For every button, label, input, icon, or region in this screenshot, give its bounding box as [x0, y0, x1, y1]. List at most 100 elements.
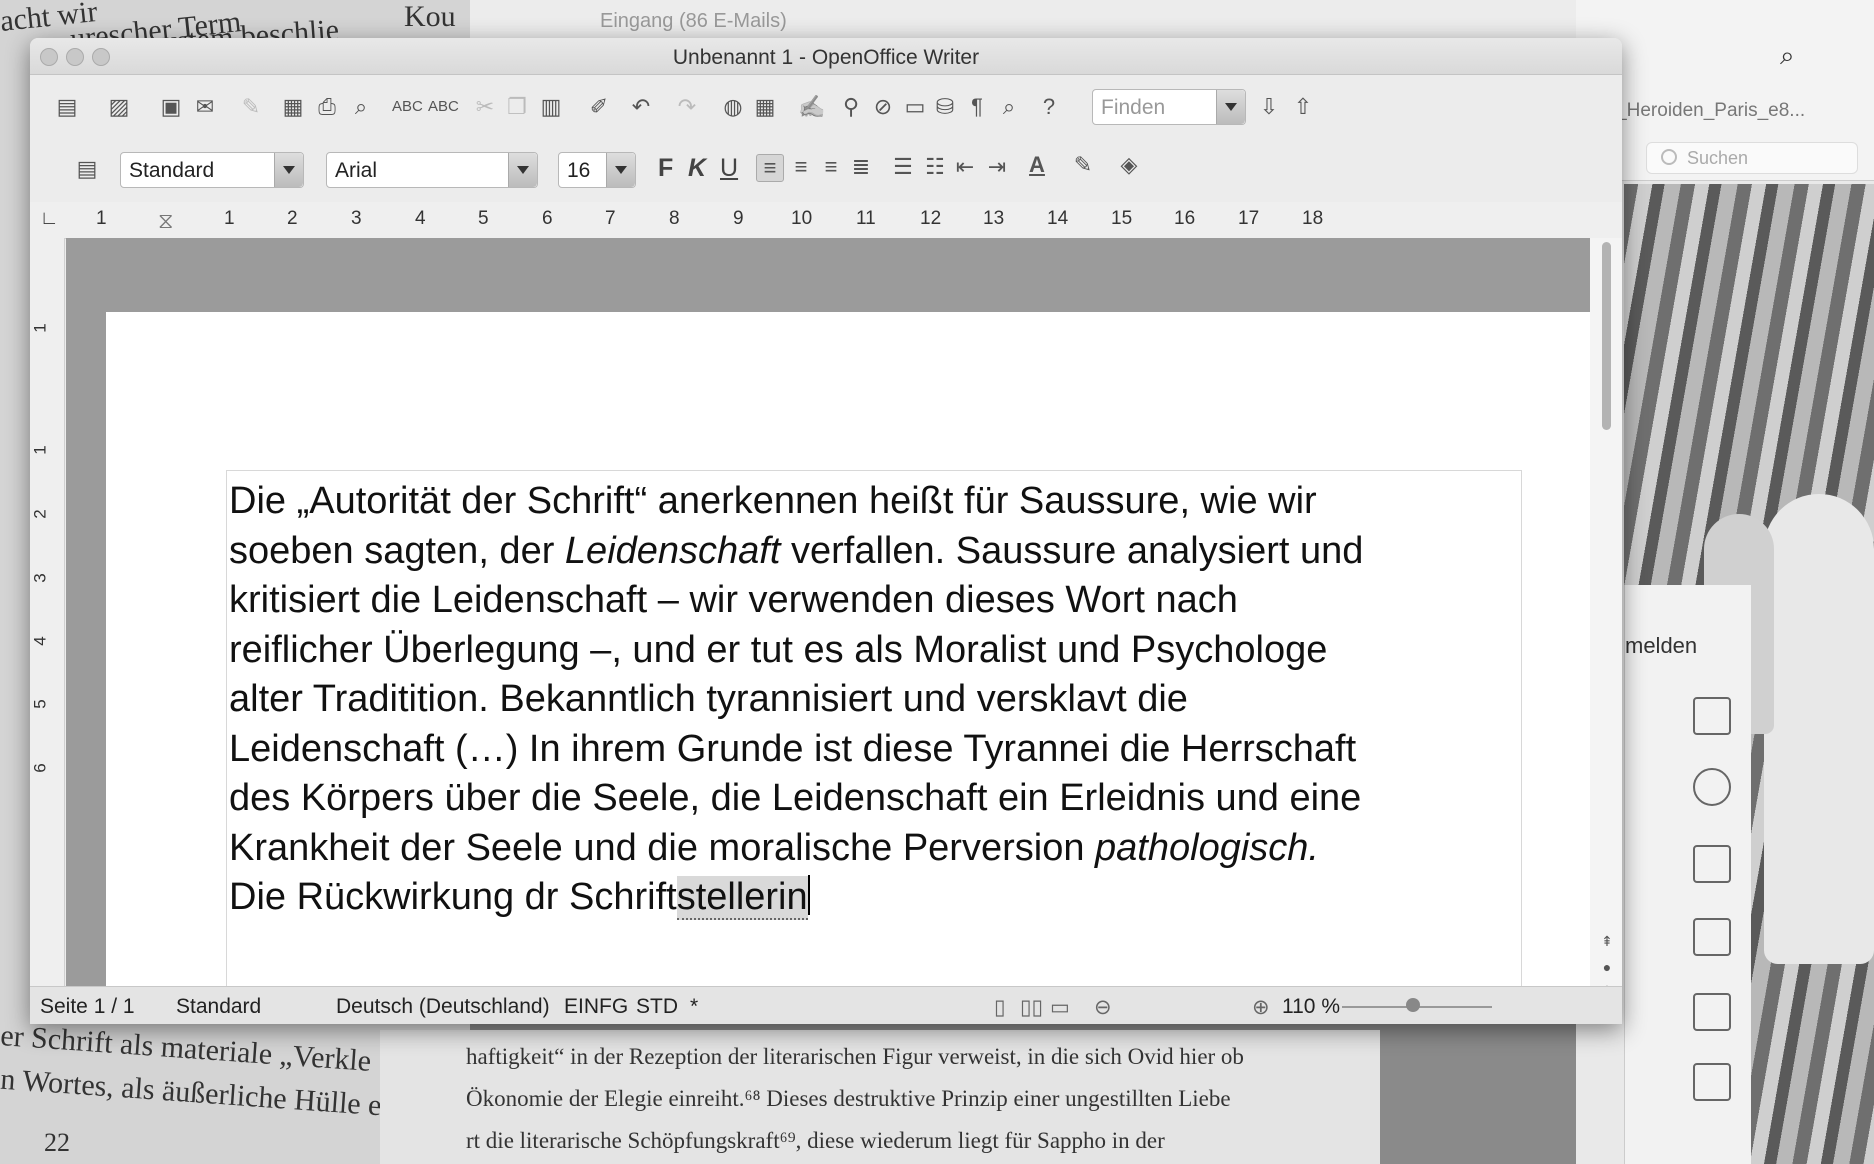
highlight-icon[interactable]: ✎: [1070, 152, 1096, 178]
increase-indent-icon[interactable]: ⇥: [984, 154, 1010, 180]
ruler-number: 4: [415, 208, 426, 229]
page-style[interactable]: Standard: [176, 995, 261, 1019]
find-replace-icon[interactable]: ⚲: [838, 94, 864, 120]
document-paragraph[interactable]: Die „Autorität der Schrift“ anerkennen h…: [229, 477, 1529, 923]
align-left-icon[interactable]: ≡: [756, 154, 784, 182]
search-icon[interactable]: ⌕: [1780, 40, 1795, 72]
align-center-icon[interactable]: ≡: [788, 154, 814, 180]
align-right-icon[interactable]: ≡: [818, 154, 844, 180]
font-size-select[interactable]: 16: [558, 152, 636, 188]
italic-button[interactable]: K: [688, 154, 706, 183]
vertical-scrollbar[interactable]: ⇞ ● ⇟: [1590, 238, 1622, 1000]
ruler-number: 1: [30, 445, 50, 455]
find-input[interactable]: Finden: [1092, 89, 1246, 125]
page-preview-icon[interactable]: ⌕: [348, 94, 374, 120]
comment-icon[interactable]: [1693, 1063, 1731, 1101]
save-icon[interactable]: ▣: [158, 94, 184, 120]
text-line: verfallen. Saussure analysiert und: [780, 529, 1364, 572]
formatting-toolbar: ▤ Standard Arial 16 F K U ≡ ≡ ≡ ≣ ☰ ☷ ⇤ …: [30, 140, 1622, 202]
zoom-out-icon[interactable]: ⊖: [1094, 995, 1112, 1020]
horizontal-ruler[interactable]: ∟ 1 ⧖ 1 2 3 4 5 6 7 8 9 10 11 12 13 14 1…: [30, 202, 1622, 239]
chevron-down-icon[interactable]: [508, 153, 537, 187]
ruler-number: 3: [351, 208, 362, 229]
find-next-icon[interactable]: ⇩: [1256, 94, 1282, 120]
previous-page-icon[interactable]: ⇞: [1594, 928, 1620, 954]
redo-icon[interactable]: ↷: [674, 94, 700, 120]
bold-button[interactable]: F: [658, 154, 673, 183]
single-page-view-icon[interactable]: ▯: [994, 995, 1006, 1020]
styles-formatting-icon[interactable]: ▤: [74, 156, 100, 182]
numbering-icon[interactable]: ☰: [890, 154, 916, 180]
zoom-level[interactable]: 110 %: [1282, 995, 1340, 1019]
document-page[interactable]: Die „Autorität der Schrift“ anerkennen h…: [106, 312, 1622, 1012]
indent-marker-icon[interactable]: ⧖: [158, 208, 173, 234]
insert-mode[interactable]: EINFG: [564, 995, 628, 1019]
copy-icon[interactable]: ❐: [504, 94, 530, 120]
language[interactable]: Deutsch (Deutschland): [336, 995, 550, 1019]
chevron-down-icon[interactable]: [274, 153, 303, 187]
email-icon[interactable]: ✉: [192, 94, 218, 120]
print-icon[interactable]: ⎙: [314, 94, 340, 120]
multi-page-view-icon[interactable]: ▯▯: [1020, 995, 1043, 1020]
autospellcheck-icon[interactable]: ABC: [428, 94, 459, 120]
cut-icon[interactable]: ✂: [472, 94, 498, 120]
ruler-number: 5: [30, 699, 50, 709]
find-previous-icon[interactable]: ⇧: [1290, 94, 1316, 120]
export-pdf-icon[interactable]: ▦: [280, 94, 306, 120]
font-size-value: 16: [567, 159, 591, 182]
vertical-ruler[interactable]: 1 1 2 3 4 5 6: [30, 238, 65, 1000]
add-page-icon[interactable]: [1693, 845, 1731, 883]
pdf-search-input[interactable]: Suchen: [1646, 142, 1858, 174]
font-color-icon[interactable]: A: [1024, 152, 1050, 178]
justify-icon[interactable]: ≣: [848, 154, 874, 180]
text-body[interactable]: Die „Autorität der Schrift“ anerkennen h…: [226, 470, 1522, 992]
add-user-icon[interactable]: [1693, 697, 1731, 735]
decrease-indent-icon[interactable]: ⇤: [952, 154, 978, 180]
page-indicator[interactable]: Seite 1 / 1: [40, 995, 135, 1019]
document-area: Die „Autorität der Schrift“ anerkennen h…: [66, 238, 1622, 1012]
paragraph-style-select[interactable]: Standard: [120, 152, 304, 188]
export-page-icon[interactable]: [1693, 993, 1731, 1031]
help-icon[interactable]: ?: [1036, 94, 1062, 120]
zoom-slider-knob[interactable]: [1406, 998, 1420, 1012]
formatting-marks-icon[interactable]: ¶: [964, 94, 990, 120]
format-paintbrush-icon[interactable]: ✐: [586, 94, 612, 120]
undo-icon[interactable]: ↶: [628, 94, 654, 120]
table-icon[interactable]: ▦: [752, 94, 778, 120]
underline-button[interactable]: U: [720, 154, 738, 183]
text-line: Leidenschaft (…) In ihrem Grunde ist die…: [229, 727, 1357, 770]
chevron-down-icon[interactable]: [606, 153, 635, 187]
mail-window-title: Eingang (86 E-Mails): [600, 10, 787, 32]
gallery-icon[interactable]: ▭: [902, 94, 928, 120]
painting-figure: [1764, 494, 1874, 964]
chevron-down-icon[interactable]: [1216, 90, 1245, 124]
new-document-icon[interactable]: ▤: [54, 94, 80, 120]
vertical-scroll-thumb[interactable]: [1602, 242, 1611, 430]
text-line: des Körpers über die Seele, die Leidensc…: [229, 777, 1362, 819]
bullets-icon[interactable]: ☷: [922, 154, 948, 180]
paragraph-style-value: Standard: [129, 159, 215, 182]
text-line: Die Rückwirkung dr Schrift: [229, 876, 677, 918]
autocomplete-suggestion: stellerin: [676, 876, 808, 920]
layout-icon[interactable]: [1693, 918, 1731, 956]
selection-mode[interactable]: STD: [636, 995, 678, 1019]
font-name-select[interactable]: Arial: [326, 152, 538, 188]
background-color-icon[interactable]: ◈: [1116, 152, 1142, 178]
text-line: kritisiert die Leidenschaft – wir verwen…: [229, 579, 1238, 621]
data-sources-icon[interactable]: ⛁: [932, 94, 958, 120]
ruler-number: 4: [30, 636, 50, 646]
zoom-in-icon[interactable]: ⊕: [1252, 995, 1270, 1020]
tab-stop-icon[interactable]: ∟: [40, 208, 59, 230]
navigation-icon[interactable]: ●: [1594, 954, 1620, 980]
zoom-in-icon[interactable]: [1693, 768, 1731, 806]
open-icon[interactable]: ▨: [106, 94, 132, 120]
book-view-icon[interactable]: ▭: [1050, 995, 1070, 1020]
zoom-icon[interactable]: ⌕: [996, 94, 1022, 120]
hyperlink-icon[interactable]: ◍: [720, 94, 746, 120]
paste-icon[interactable]: ▥: [538, 94, 564, 120]
edit-mode-icon[interactable]: ✎: [238, 94, 264, 120]
ruler-number: 2: [287, 208, 298, 229]
spellcheck-icon[interactable]: ABC: [392, 94, 423, 120]
navigator-icon[interactable]: ⊘: [870, 94, 896, 120]
draw-functions-icon[interactable]: ✍: [798, 94, 825, 120]
